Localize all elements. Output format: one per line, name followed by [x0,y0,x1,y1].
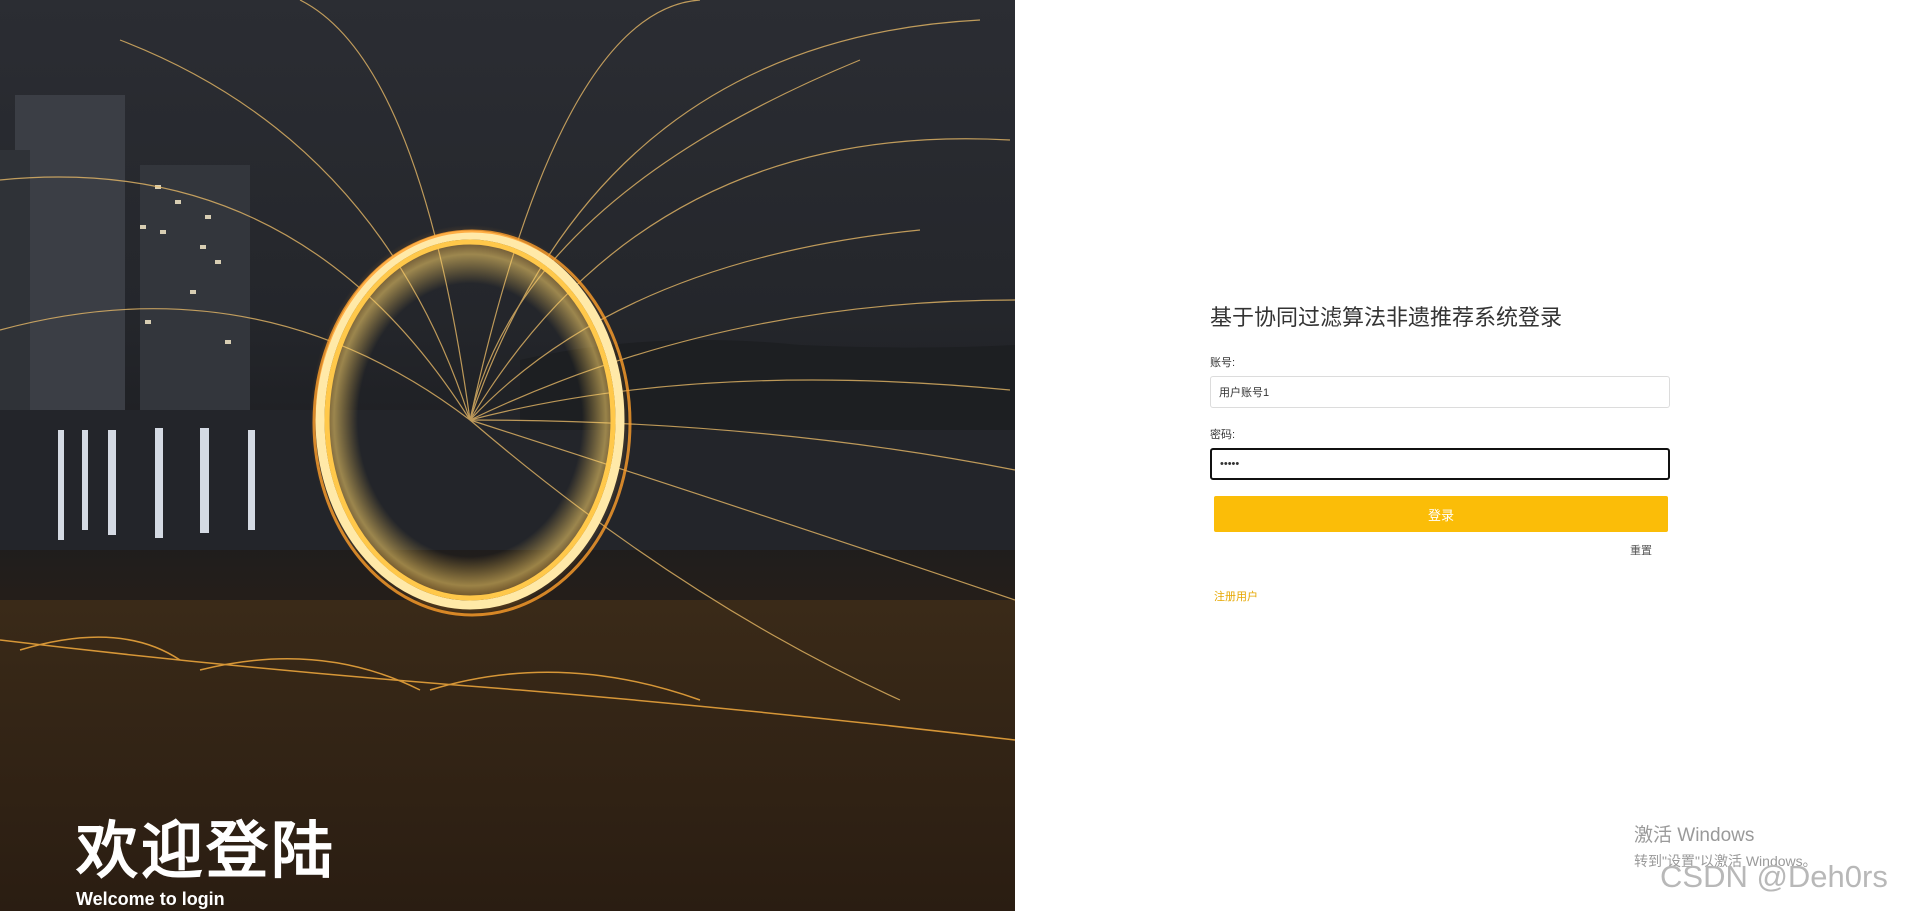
login-button[interactable]: 登录 [1214,496,1668,532]
hero-image: 欢迎登陆 Welcome to login [0,0,1015,911]
register-link[interactable]: 注册用户 [1214,588,1674,604]
reset-link[interactable]: 重置 [1210,542,1652,558]
activation-line-1: 激活 Windows [1634,825,1755,846]
password-field: 密码: [1210,426,1674,480]
login-form-title: 基于协同过滤算法非遗推荐系统登录 [1210,306,1563,331]
account-label: 账号: [1210,357,1236,369]
csdn-watermark: CSDN @Deh0rs [1660,859,1888,894]
password-label: 密码: [1210,429,1236,441]
password-input[interactable] [1210,448,1670,480]
welcome-title: 欢迎登陆 [76,814,337,887]
account-field: 账号: [1210,354,1674,408]
welcome-subtitle: Welcome to login [76,889,225,909]
login-form: 基于协同过滤算法非遗推荐系统登录 账号: 密码: 登录 重置 注册用户 [1210,300,1674,604]
login-page: 欢迎登陆 Welcome to login 基于协同过滤算法非遗推荐系统登录 账… [0,0,1919,911]
hero-photo-illustration [0,0,1015,911]
account-input[interactable] [1210,376,1670,408]
